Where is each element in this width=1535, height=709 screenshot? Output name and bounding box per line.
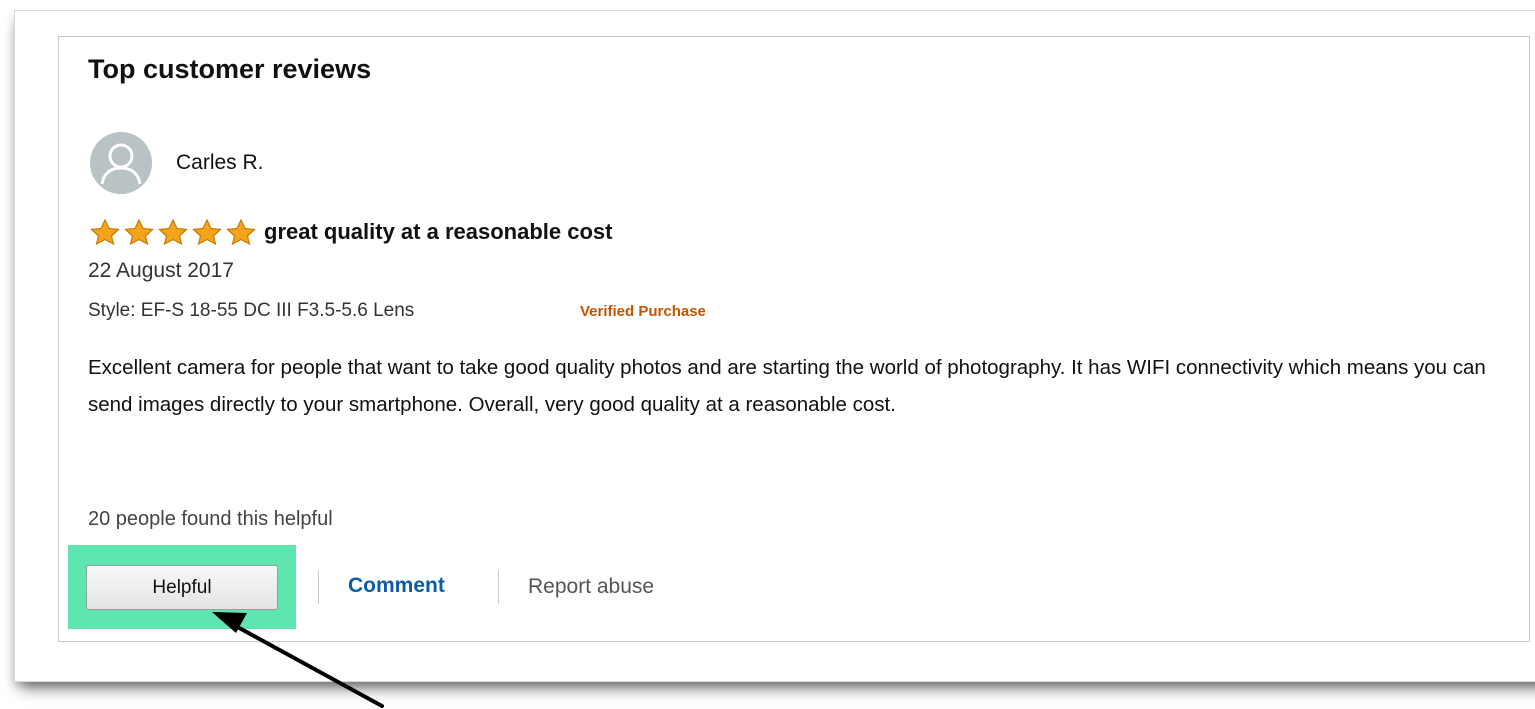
- star-icon: [226, 219, 256, 245]
- screenshot-stage: Top customer reviews Carles R. great qua…: [0, 0, 1535, 709]
- review-date: 22 August 2017: [88, 259, 234, 282]
- product-style: Style: EF-S 18-55 DC III F3.5-5.6 Lens: [88, 300, 415, 321]
- review-body: Excellent camera for people that want to…: [88, 356, 1486, 416]
- reviewer-name[interactable]: Carles R.: [176, 151, 264, 175]
- star-icon: [90, 219, 120, 245]
- review-title[interactable]: great quality at a reasonable cost: [264, 219, 612, 245]
- helpful-count: 20 people found this helpful: [88, 508, 333, 530]
- section-title: Top customer reviews: [88, 54, 372, 84]
- verified-purchase-badge: Verified Purchase: [580, 303, 706, 320]
- star-icon: [158, 219, 188, 245]
- action-divider: [498, 570, 499, 604]
- star-icon: [192, 219, 222, 245]
- star-icon: [124, 219, 154, 245]
- helpful-button[interactable]: Helpful: [86, 565, 278, 610]
- comment-link[interactable]: Comment: [348, 574, 445, 598]
- user-avatar-icon: [90, 132, 152, 194]
- star-rating[interactable]: [88, 219, 258, 245]
- report-abuse-link[interactable]: Report abuse: [528, 575, 654, 599]
- action-divider: [318, 570, 319, 604]
